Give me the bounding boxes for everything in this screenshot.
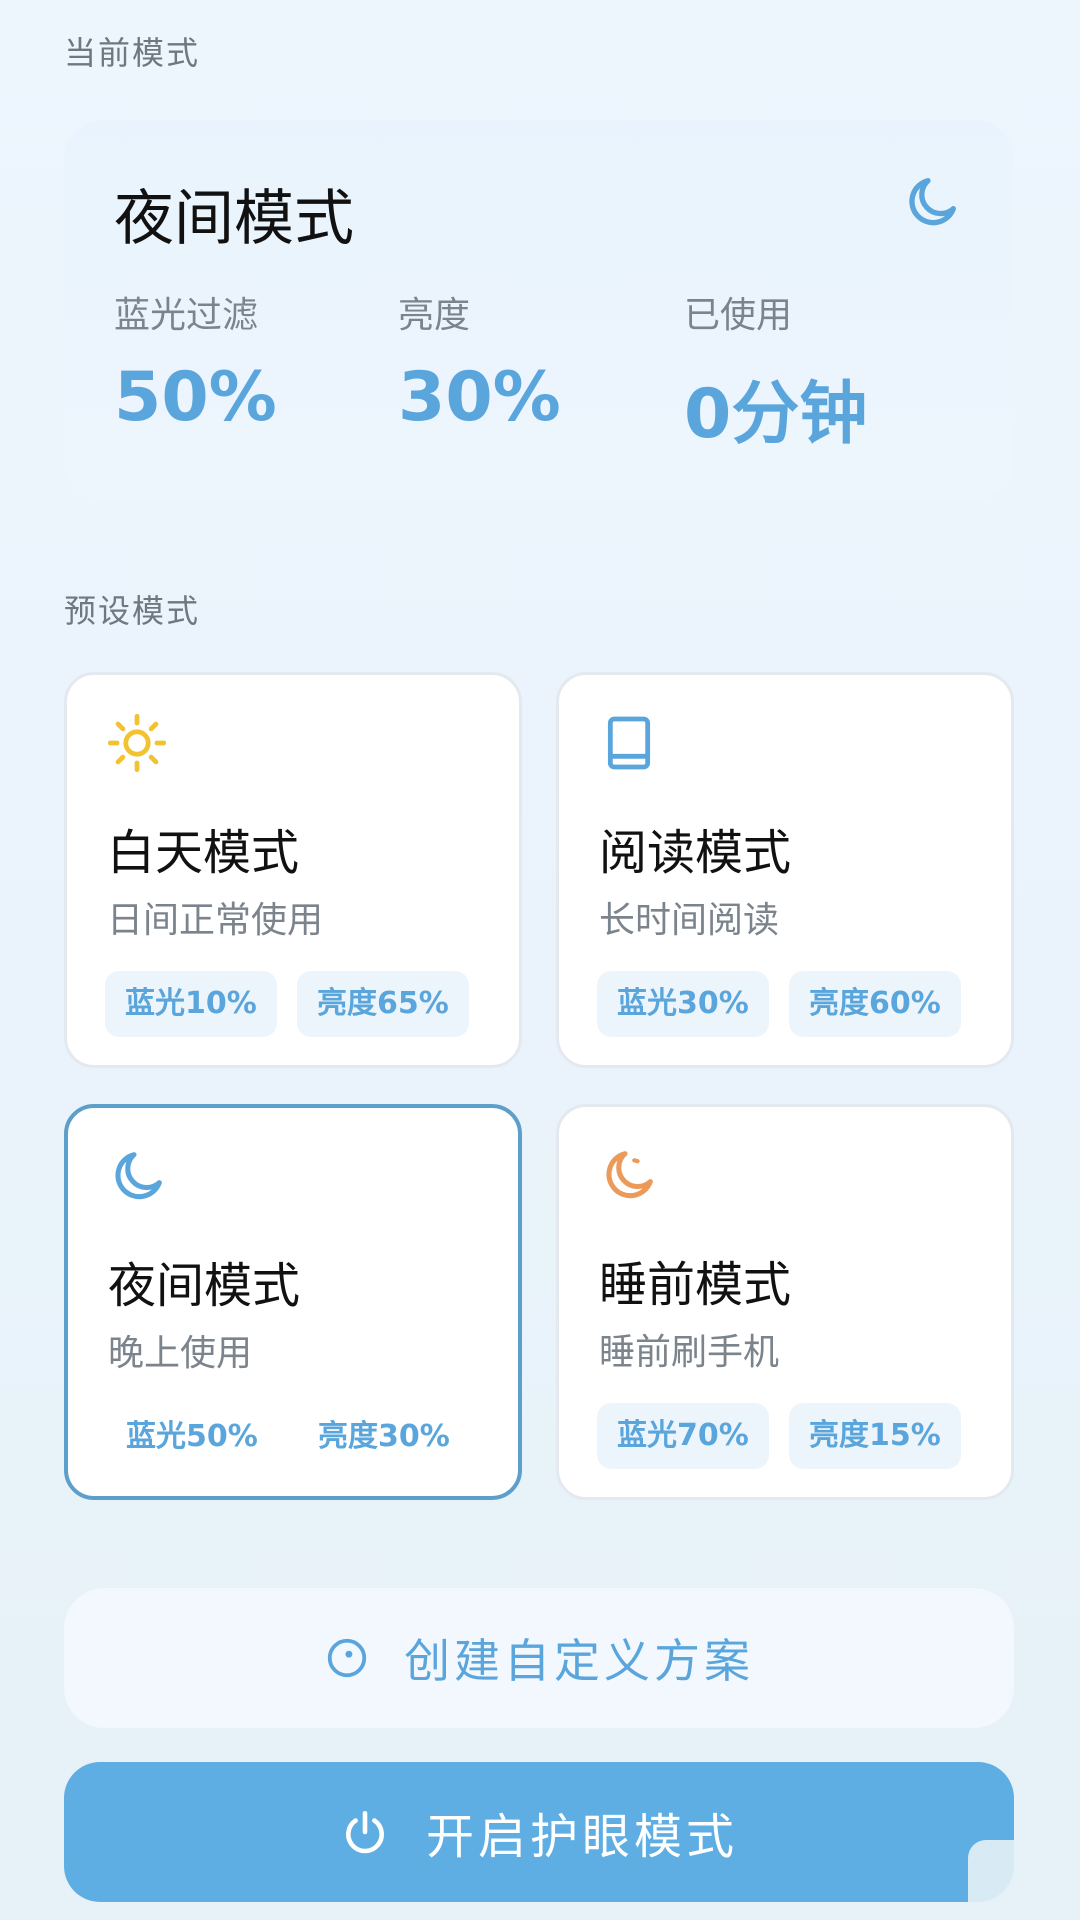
mode-subtitle: 长时间阅读 (599, 900, 780, 941)
mode-subtitle: 日间正常使用 (107, 900, 324, 941)
current-mode-section-label: 当前模式 (64, 34, 201, 72)
mode-card-sleep[interactable]: 睡前模式 睡前刷手机 蓝光70% 亮度15% (556, 1104, 1014, 1500)
mode-card-day[interactable]: 白天模式 日间正常使用 蓝光10% 亮度65% (64, 672, 522, 1068)
moon-icon (115, 1152, 162, 1200)
moon-orange-icon (606, 1151, 653, 1199)
mode-subtitle: 睡前刷手机 (599, 1332, 780, 1373)
current-mode-card: 夜间模式 蓝光过滤 50% 亮度 30% 已使用 0分钟 (64, 120, 1014, 500)
stat-label: 已使用 (684, 295, 793, 336)
current-mode-title: 夜间模式 (114, 184, 354, 254)
mode-title: 夜间模式 (108, 1258, 301, 1314)
power-icon (346, 1810, 384, 1854)
brightness-chip: 亮度30% (318, 1419, 450, 1454)
stat-value: 30% (398, 358, 561, 437)
stat-value: 0分钟 (684, 375, 868, 454)
mode-title: 阅读模式 (599, 825, 792, 881)
brightness-chip: 亮度15% (789, 1403, 961, 1469)
mode-title: 白天模式 (107, 825, 300, 881)
sun-icon (107, 713, 167, 773)
blue-light-chip: 蓝光30% (597, 971, 769, 1037)
mode-card-night[interactable]: 夜间模式 晚上使用 蓝光50% 亮度30% (64, 1104, 522, 1500)
stat-value: 50% (114, 358, 277, 437)
blue-light-chip: 蓝光50% (126, 1419, 258, 1454)
enable-eye-care-button[interactable]: 开启护眼模式 (64, 1762, 1014, 1902)
stat-label: 蓝光过滤 (114, 295, 259, 336)
blue-light-chip: 蓝光10% (105, 971, 277, 1037)
create-custom-plan-label: 创建自定义方案 (404, 1634, 754, 1688)
book-icon (607, 716, 651, 770)
stat-blue-filter: 蓝光过滤 50% (114, 286, 277, 437)
moon-icon (909, 178, 956, 226)
stat-used-time: 已使用 0分钟 (684, 286, 867, 457)
stat-brightness: 亮度 30% (398, 286, 561, 437)
compass-icon (327, 1638, 367, 1678)
blue-light-chip: 蓝光70% (597, 1403, 769, 1469)
mode-title: 睡前模式 (599, 1257, 792, 1313)
preset-modes-section-label: 预设模式 (64, 592, 201, 630)
mode-subtitle: 晚上使用 (108, 1333, 253, 1374)
brightness-chip: 亮度65% (297, 971, 469, 1037)
brightness-chip: 亮度60% (789, 971, 961, 1037)
create-custom-plan-button[interactable]: 创建自定义方案 (64, 1588, 1014, 1728)
mode-card-reading[interactable]: 阅读模式 长时间阅读 蓝光30% 亮度60% (556, 672, 1014, 1068)
stat-label: 亮度 (398, 295, 471, 336)
floating-corner-widget[interactable] (968, 1840, 1048, 1920)
enable-eye-care-label: 开启护眼模式 (425, 1809, 738, 1865)
